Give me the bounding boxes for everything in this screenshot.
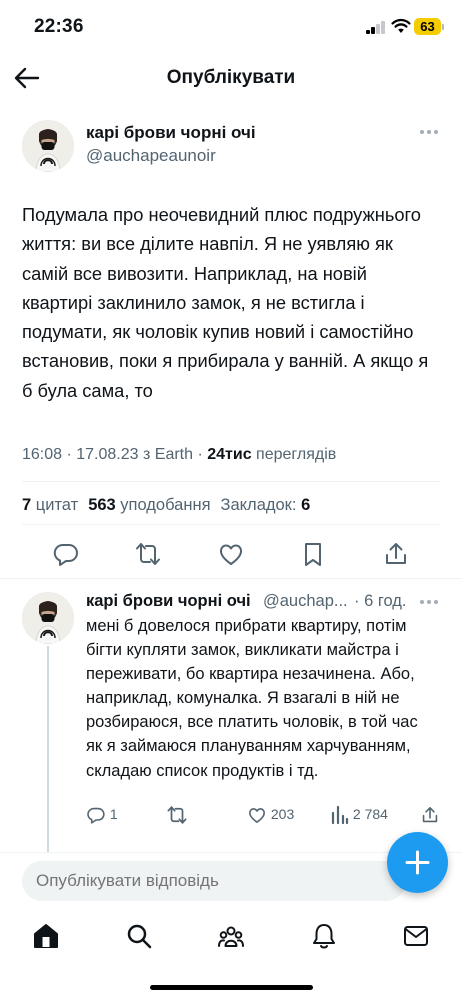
avatar[interactable] [22, 120, 74, 172]
author-handle[interactable]: @auchapeaunoir [86, 146, 216, 166]
tweet-meta: 16:08 · 17.08.23 з Earth · 24тис перегля… [22, 446, 336, 464]
like-icon [249, 808, 265, 824]
reply-share-button[interactable] [420, 802, 440, 826]
reply-more-options-icon[interactable] [420, 599, 440, 605]
reply-author-name[interactable]: карі брови чорні очі [86, 592, 251, 611]
home-indicator [150, 985, 313, 990]
reply-author-handle[interactable]: @auchap... [263, 592, 348, 611]
compose-button[interactable] [387, 832, 448, 893]
reply-reply-button[interactable]: 1 [86, 802, 118, 826]
tweet-text: Подумала про неочевидний плюс подружньог… [22, 204, 429, 401]
nav-bar: Опублікувати [0, 54, 462, 102]
reply-icon[interactable] [52, 540, 80, 568]
plus-icon [405, 850, 430, 875]
cellular-signal-icon [366, 21, 386, 34]
status-bar: 22:36 63 [0, 0, 462, 54]
likes-count[interactable]: 563 [88, 496, 116, 514]
battery-indicator: 63 [414, 18, 441, 35]
reply-avatar[interactable] [22, 592, 74, 644]
quotes-count[interactable]: 7 [22, 496, 31, 514]
share-icon [422, 807, 438, 823]
bookmark-icon[interactable] [299, 540, 327, 568]
retweet-icon[interactable] [134, 540, 162, 568]
like-count: 203 [270, 806, 295, 822]
reply-icon [87, 808, 105, 824]
tweet-stats: 7 цитат 563 уподобання Закладок: 6 [22, 496, 310, 515]
reply-views-button[interactable]: 2 784 [331, 802, 388, 826]
notifications-bell-icon[interactable] [310, 922, 338, 950]
tweet-actions [0, 540, 462, 570]
status-time: 22:36 [34, 16, 84, 37]
search-icon[interactable] [125, 922, 153, 950]
reply-retweet-button[interactable] [166, 802, 188, 826]
reply-time: · 6 год. [354, 592, 407, 610]
like-icon[interactable] [217, 540, 245, 568]
views-chart-icon [331, 806, 349, 825]
tab-bar [0, 908, 462, 1000]
page-title: Опублікувати [166, 67, 296, 88]
share-icon[interactable] [382, 540, 410, 568]
likes-label[interactable]: уподобання [116, 496, 210, 514]
reply-like-button[interactable]: 203 [247, 802, 294, 826]
author-name[interactable]: карі брови чорні очі [86, 123, 256, 143]
wifi-icon [391, 18, 411, 33]
tweet-timestamp: 16:08 · 17.08.23 з Earth · [22, 446, 208, 463]
bookmarks-count: 6 [301, 496, 311, 514]
divider [22, 481, 440, 482]
bookmarks-label: Закладок: [220, 496, 302, 514]
views-count: 2 784 [352, 806, 388, 822]
more-options-icon[interactable] [420, 129, 440, 135]
views-count[interactable]: 24тис [207, 446, 251, 463]
messages-icon[interactable] [402, 922, 430, 950]
views-label: переглядів [251, 446, 337, 463]
retweet-icon [167, 806, 187, 825]
quotes-label[interactable]: цитат [31, 496, 78, 514]
divider [0, 578, 462, 579]
reply-count: 1 [109, 806, 118, 822]
reply-text: мені б довелося прибрати квартиру, потім… [86, 617, 418, 780]
divider [22, 524, 440, 525]
reply-input[interactable] [22, 861, 406, 901]
reply-actions: 1 203 2 784 [0, 802, 462, 828]
home-icon[interactable] [32, 922, 60, 950]
battery-tip [442, 24, 444, 30]
communities-icon[interactable] [217, 922, 245, 950]
